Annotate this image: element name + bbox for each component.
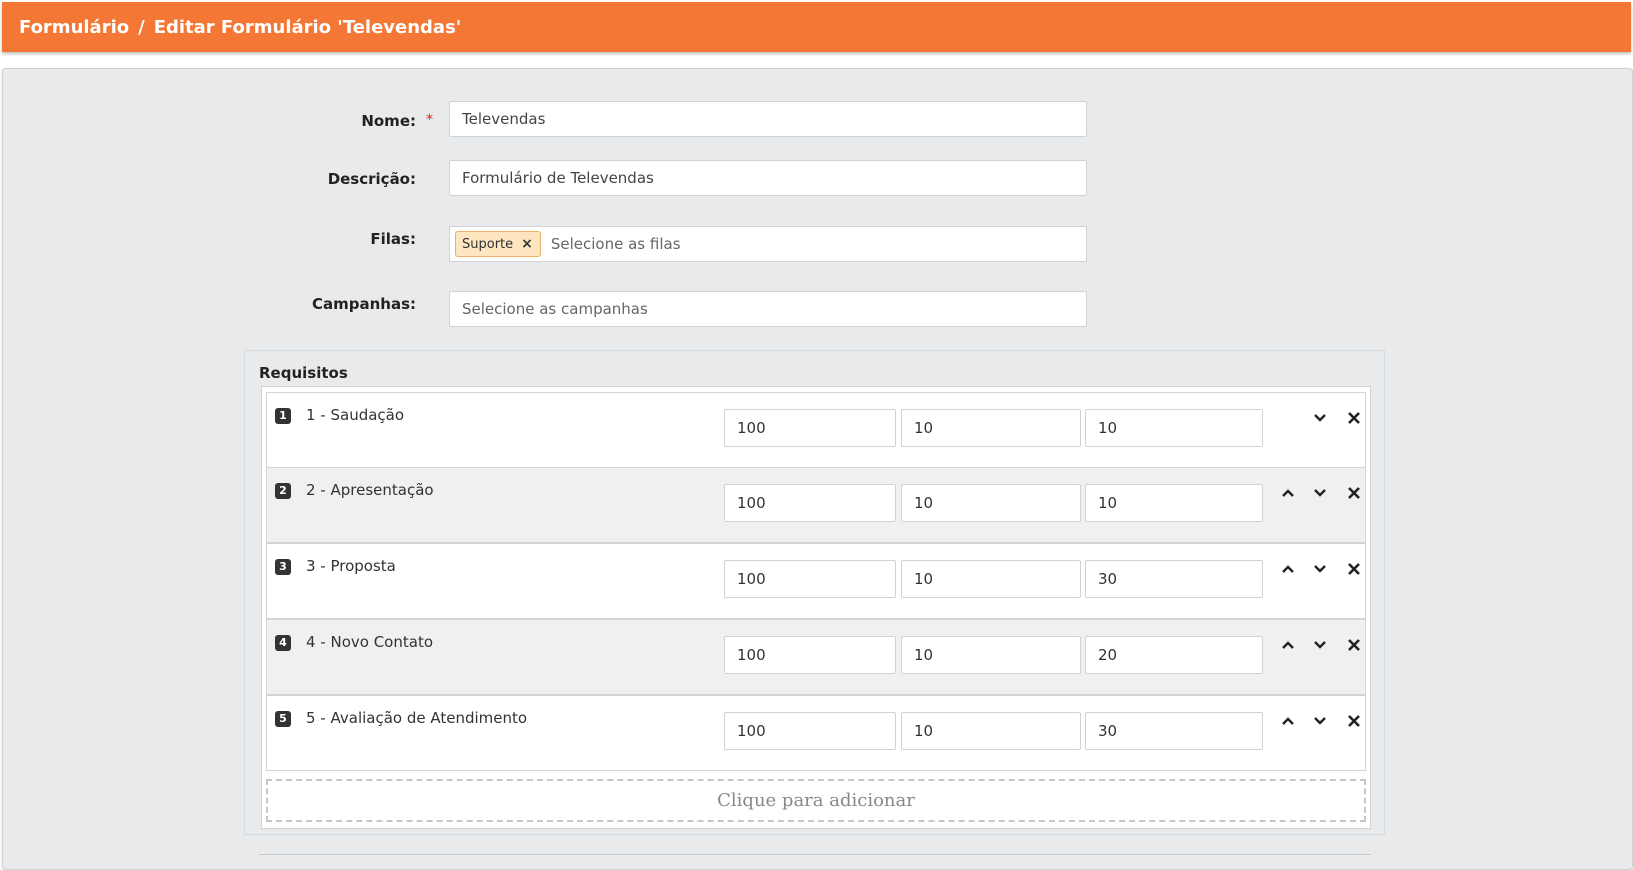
requisito-number-badge: 2 [275, 483, 291, 499]
close-icon[interactable] [1343, 634, 1365, 656]
close-icon[interactable] [1343, 710, 1365, 732]
chevron-down-icon[interactable] [1309, 407, 1331, 429]
chevron-down-icon[interactable] [1309, 710, 1331, 732]
requisito-number-badge: 5 [275, 711, 291, 727]
requisito-value-2[interactable] [901, 712, 1081, 750]
requisito-name: 3 - Proposta [306, 557, 396, 575]
chevron-up-icon[interactable] [1277, 558, 1299, 580]
chevron-down-icon[interactable] [1309, 482, 1331, 504]
chevron-up-icon[interactable] [1277, 710, 1299, 732]
requisito-number-badge: 1 [275, 408, 291, 424]
requisito-row[interactable]: 5 5 - Avaliação de Atendimento [266, 695, 1366, 771]
requisito-value-3[interactable] [1085, 636, 1263, 674]
requisito-value-3[interactable] [1085, 560, 1263, 598]
requisito-row[interactable]: 3 3 - Proposta [266, 543, 1366, 619]
nome-label: Nome: [361, 112, 416, 130]
requisito-value-1[interactable] [724, 712, 896, 750]
descricao-input[interactable] [449, 160, 1087, 196]
chevron-up-icon[interactable] [1277, 634, 1299, 656]
requisito-row[interactable]: 2 2 - Apresentação [266, 467, 1366, 543]
requisito-name: 1 - Saudação [306, 406, 405, 424]
requisito-name: 5 - Avaliação de Atendimento [306, 709, 528, 727]
requisito-row[interactable]: 4 4 - Novo Contato [266, 619, 1366, 695]
descricao-label: Descrição: [327, 170, 416, 188]
requisitos-title: Requisitos [259, 364, 348, 382]
requisito-value-1[interactable] [724, 484, 896, 522]
campanhas-input[interactable] [449, 291, 1087, 327]
breadcrumb-current: Editar Formulário 'Televendas' [153, 16, 462, 38]
nome-input[interactable] [449, 101, 1087, 137]
filas-tag-suporte: Suporte × [455, 231, 541, 257]
filas-tag-label: Suporte [462, 236, 514, 252]
required-marker: * [426, 112, 433, 128]
requisitos-list: 1 1 - Saudação 2 2 - Apresentação 3 3 - … [261, 386, 1371, 829]
breadcrumb-separator: / [138, 16, 145, 38]
close-icon[interactable] [1343, 482, 1365, 504]
close-icon[interactable] [1343, 407, 1365, 429]
chevron-up-icon[interactable] [1277, 482, 1299, 504]
requisito-value-3[interactable] [1085, 409, 1263, 447]
requisito-number-badge: 3 [275, 559, 291, 575]
requisito-value-2[interactable] [901, 560, 1081, 598]
chevron-down-icon[interactable] [1309, 634, 1331, 656]
filas-search-input[interactable] [548, 228, 1086, 260]
add-requisito-button[interactable]: Clique para adicionar [266, 779, 1366, 822]
requisito-value-3[interactable] [1085, 712, 1263, 750]
filas-label: Filas: [370, 230, 416, 248]
requisito-value-2[interactable] [901, 409, 1081, 447]
requisito-value-2[interactable] [901, 484, 1081, 522]
chevron-down-icon[interactable] [1309, 558, 1331, 580]
requisito-value-2[interactable] [901, 636, 1081, 674]
requisito-row[interactable]: 1 1 - Saudação [266, 392, 1366, 468]
tag-remove-icon[interactable]: × [521, 236, 533, 252]
requisito-name: 2 - Apresentação [306, 481, 434, 499]
requisito-value-1[interactable] [724, 409, 896, 447]
requisito-value-3[interactable] [1085, 484, 1263, 522]
campanhas-label: Campanhas: [311, 295, 416, 313]
breadcrumb-root[interactable]: Formulário [19, 17, 129, 38]
requisito-value-1[interactable] [724, 636, 896, 674]
requisito-value-1[interactable] [724, 560, 896, 598]
requisito-name: 4 - Novo Contato [306, 633, 434, 651]
page-header: Formulário / Editar Formulário 'Televend… [2, 2, 1631, 52]
divider [259, 854, 1371, 855]
filas-select[interactable]: Suporte × [449, 226, 1087, 262]
requisito-number-badge: 4 [275, 635, 291, 651]
close-icon[interactable] [1343, 558, 1365, 580]
